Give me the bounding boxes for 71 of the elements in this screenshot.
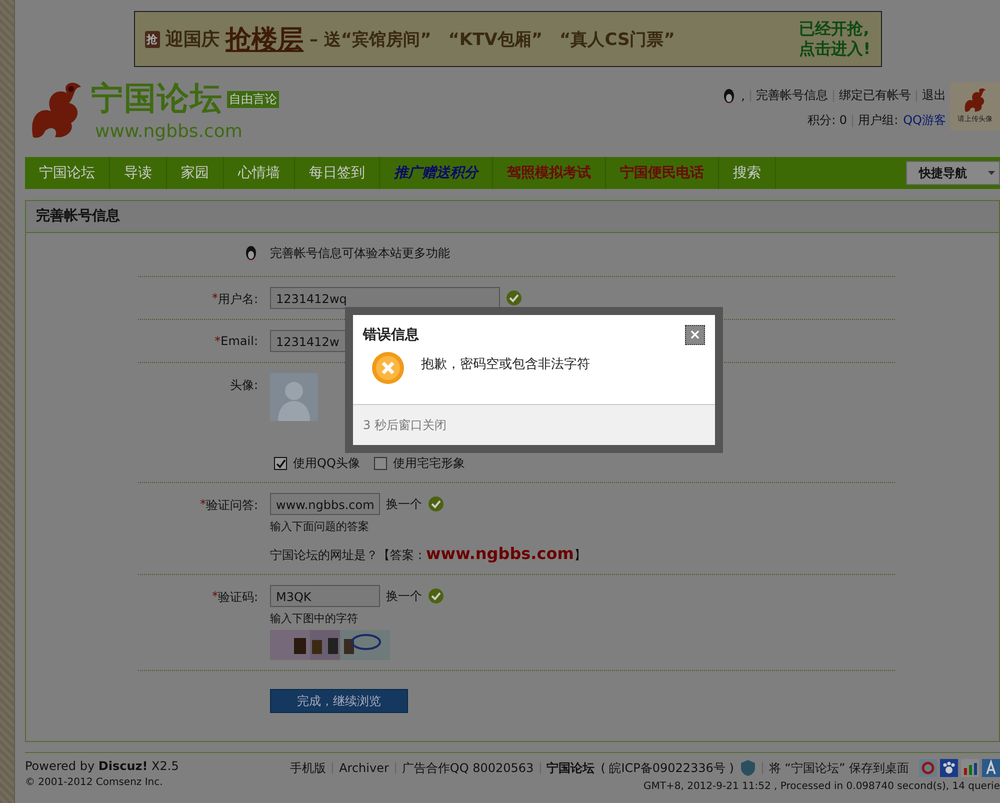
copyright-text: © 2001-2012 Comsenz Inc. [25,777,164,788]
bar-chart-icon[interactable] [961,759,979,777]
user-link[interactable]: 完善帐号信息 [756,87,828,104]
banner-text: 迎国庆 [166,28,220,51]
checkbox-label: 使用QQ头像 [293,455,360,472]
group-label: 用户组: [858,112,898,129]
intro-text: 完善帐号信息可体验本站更多功能 [270,245,450,262]
letter-tile-icon[interactable] [982,759,1000,777]
nav-item[interactable]: 心情墙 [224,157,295,189]
nav-item[interactable]: 宁国论坛 [25,157,110,189]
countdown-text: 3 秒后窗口关闭 [363,416,446,434]
stats-text: GMT+8, 2012-9-21 11:52 , Processed in 0.098740 second(s), 14 querie [644,781,1000,792]
paw-icon[interactable] [940,759,958,777]
user-link[interactable]: 绑定已有帐号 [839,87,911,104]
quick-nav-button[interactable]: 快捷导航 [906,161,1000,185]
separator-text: , [741,88,745,102]
footer-link[interactable]: 宁国论坛 [546,760,595,776]
field-label: 用户名: [218,291,258,308]
site-tag: 自由言论 [227,90,279,108]
answer-field[interactable]: www.ngbbs.com [270,493,380,515]
dialog-title: 错误信息 [363,326,419,344]
required-mark: * [212,589,218,603]
footer-link[interactable]: Archiver [339,761,389,775]
field-label: 验证问答: [206,497,258,514]
user-group-link[interactable]: QQ游客 [903,112,946,129]
required-mark: * [212,291,218,305]
footer-link[interactable]: 广告合作QQ 80020563 [402,760,534,776]
checkbox[interactable] [274,457,287,470]
submit-button[interactable]: 完成，继续浏览 [270,689,408,713]
points-text: 积分: 0 [808,112,848,129]
checkbox-label: 使用宅宅形象 [392,455,465,472]
banner-headline: 抢楼层 [226,24,304,56]
nav-item[interactable]: 导读 [110,157,167,189]
field-label: Email: [220,334,258,348]
question-text: 宁国论坛的网址是？【答案： [270,547,426,564]
username-field[interactable]: 1231412wq [270,287,500,309]
banner-text: – 送“宾馆房间” “KTV包厢” “真人CS门票” [310,28,675,50]
hint-text: 输入下面问题的答案 [270,519,370,534]
penguin-icon [722,88,736,104]
required-mark: * [214,334,221,348]
footer-link[interactable]: ( 皖ICP备09022336号 ) [600,760,734,776]
nav-item[interactable]: 推广赠送积分 [380,157,493,189]
error-message: 抱歉，密码空或包含非法字符 [421,356,590,373]
hint-text: 输入下图中的字符 [270,611,359,626]
refresh-link[interactable]: 换一个 [386,496,422,512]
nav-item[interactable]: 搜索 [719,157,776,189]
caret-icon [988,171,995,175]
field-label: 验证码: [218,589,258,606]
panel-title: 完善帐号信息 [26,201,999,233]
site-url: www.ngbbs.com [95,121,244,142]
banner-badge: 抢 [144,30,160,48]
checkbox[interactable] [374,457,387,470]
penguin-icon [244,245,258,261]
powered-by-text: Powered by Discuz! X2.5 [25,759,179,773]
required-mark: * [200,497,206,511]
captcha-field[interactable]: M3QK [270,585,380,607]
footer-link[interactable]: 手机版 [290,760,326,776]
answer-text: www.ngbbs.com [426,544,574,563]
refresh-link[interactable]: 换一个 [386,588,422,604]
nav-item[interactable]: 每日签到 [295,157,380,189]
bracket-text: 】 [574,547,586,564]
banner-call-to-action: 已经开抢, 点击进入! [799,19,870,59]
field-label: 头像: [230,377,258,394]
close-button[interactable]: × [685,325,705,345]
nav-item[interactable]: 家园 [167,157,224,189]
avatar-silhouette-icon [270,373,318,421]
promo-banner[interactable]: 抢 迎国庆 抢楼层 – 送“宾馆房间” “KTV包厢” “真人CS门票” 已经开抢, 点击进入! [134,11,882,67]
user-link[interactable]: 退出 [922,87,946,104]
error-icon [371,351,405,385]
shield-icon [740,759,756,777]
footer-link[interactable]: 将 “宁国论坛” 保存到桌面 [768,760,909,776]
